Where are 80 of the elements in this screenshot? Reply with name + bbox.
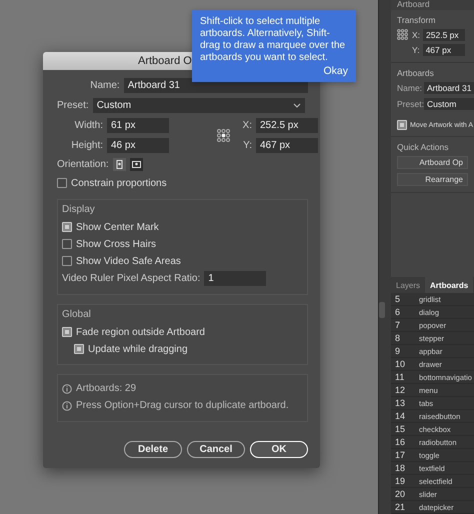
ok-button[interactable]: OK	[250, 441, 308, 458]
field-label: Preset:	[397, 99, 421, 109]
quick-action-button[interactable]: Artboard Op	[397, 156, 468, 169]
aspect-ratio-field[interactable]: 1	[204, 271, 266, 286]
checkbox-label: Show Video Safe Areas	[76, 256, 181, 266]
artboard-number: 5	[394, 294, 402, 304]
height-field[interactable]: 46 px	[107, 138, 169, 153]
info-icon	[62, 400, 72, 410]
checkbox[interactable]	[62, 256, 72, 266]
checkbox-label: Show Center Mark	[76, 222, 159, 232]
dialog-button[interactable]: Delete	[124, 441, 182, 458]
width-field[interactable]: 61 px	[107, 118, 169, 133]
dialog-button[interactable]: Cancel	[187, 441, 245, 458]
artboard-number: 12	[394, 385, 406, 395]
checkbox[interactable]	[57, 178, 67, 188]
field-label: Name:	[89, 80, 120, 91]
field-label: X:	[242, 120, 252, 131]
info-icon	[62, 384, 72, 394]
panel-tab[interactable]: Layers	[391, 277, 426, 293]
quick-action-button[interactable]: Rearrange	[397, 173, 468, 186]
reference-point-icon[interactable]	[397, 29, 408, 40]
checkbox[interactable]	[397, 120, 407, 130]
checkbox-label: Fade region outside Artboard	[76, 326, 205, 338]
checkbox[interactable]	[62, 222, 72, 232]
artboard-number: 13	[394, 398, 406, 408]
field-label: X:	[412, 30, 420, 40]
y-field[interactable]: 467 px	[256, 138, 318, 153]
field-label: Y:	[412, 45, 420, 55]
name-field[interactable]: Artboard 31	[424, 82, 474, 94]
group-title: Display	[62, 204, 96, 215]
section-title: Transform	[397, 15, 436, 25]
checkbox-label: Constrain proportions	[71, 178, 167, 188]
checkbox[interactable]	[74, 344, 84, 354]
artboard-number: 9	[394, 346, 402, 356]
window-title: Artboard O	[138, 55, 192, 67]
checkbox-label: Update while dragging	[88, 344, 188, 354]
portrait-page-icon	[114, 160, 124, 169]
artboard-number: 8	[394, 333, 402, 343]
artboard-number: 18	[394, 463, 406, 473]
chevron-down-icon	[292, 102, 301, 108]
okay-link[interactable]: Okay	[323, 65, 348, 77]
field-label: Y:	[242, 140, 252, 151]
artboard-number: 16	[394, 437, 406, 447]
artboard-number: 7	[394, 320, 402, 330]
checkbox[interactable]	[62, 239, 72, 249]
checkbox-label: Show Cross Hairs	[76, 238, 156, 250]
info-text: Artboards: 29	[76, 383, 136, 394]
artboard-number: 6	[394, 307, 402, 317]
panel-tab[interactable]: Artboards	[425, 277, 474, 293]
field-label: Orientation:	[57, 159, 109, 170]
reference-point-icon[interactable]	[217, 129, 230, 142]
artboard-number: 11	[394, 372, 406, 382]
field-label: Height:	[70, 140, 103, 151]
artboard-number: 20	[394, 489, 406, 499]
y-field[interactable]: 467 px	[422, 44, 465, 56]
landscape-page-icon	[132, 160, 141, 169]
artboard-number: 14	[394, 411, 406, 421]
preset-dropdown[interactable]: Custom	[424, 98, 474, 110]
artboard-number: 15	[394, 424, 406, 434]
group-title: Global	[62, 309, 92, 320]
section-title: Quick Actions	[397, 142, 450, 152]
field-label: Name:	[397, 83, 421, 93]
checkbox[interactable]	[62, 327, 72, 337]
panel-header: Artboard	[391, 0, 474, 10]
field-label: Video Ruler Pixel Aspect Ratio:	[62, 273, 200, 284]
artboard-number: 17	[394, 450, 406, 460]
portrait-button[interactable]	[112, 158, 126, 171]
artboard-number: 10	[394, 359, 406, 369]
x-field[interactable]: 252.5 px	[423, 29, 466, 41]
artboard-number: 21	[394, 502, 406, 512]
landscape-button[interactable]	[130, 158, 143, 171]
x-field[interactable]: 252.5 px	[256, 118, 318, 133]
info-text: Press Option+Drag cursor to duplicate artboard.	[76, 400, 289, 411]
field-label: Preset:	[57, 100, 89, 111]
resize-handle[interactable]	[379, 302, 385, 318]
tooltip-text: Shift-click to select multiple artboards. Alternatively, Shift-drag to draw a marquee over the artboards you want to select.	[200, 16, 346, 64]
artboard-number: 19	[394, 476, 406, 486]
preset-dropdown[interactable]: Custom	[92, 98, 305, 113]
field-label: Width:	[74, 120, 103, 131]
section-title: Artboards	[397, 68, 435, 78]
